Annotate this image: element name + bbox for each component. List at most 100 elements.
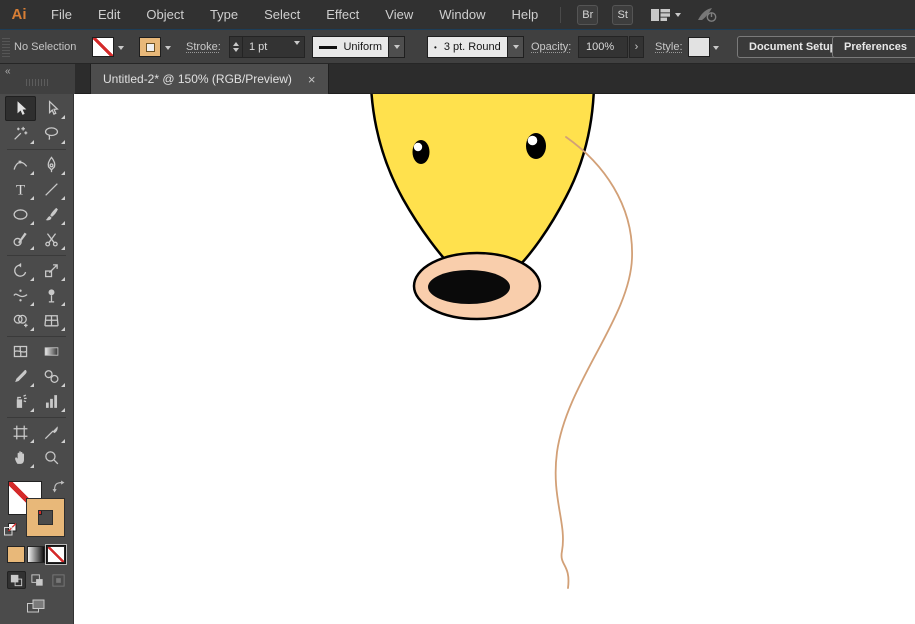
chevron-down-icon[interactable] xyxy=(388,36,405,58)
tool-paintbrush-tool[interactable] xyxy=(36,202,67,227)
chevron-down-icon[interactable] xyxy=(675,13,681,20)
collapse-toolbar-button[interactable]: « xyxy=(5,66,11,77)
flyout-indicator xyxy=(30,302,34,306)
stroke-proxy[interactable] xyxy=(27,499,64,536)
chevron-down-icon[interactable] xyxy=(713,46,719,53)
style-swatch[interactable] xyxy=(688,37,710,57)
tool-shaper-tool[interactable] xyxy=(5,227,36,252)
toolbar-separator xyxy=(7,149,66,150)
menu-view[interactable]: View xyxy=(372,0,426,30)
menu-window[interactable]: Window xyxy=(426,0,498,30)
fill-color-swatch[interactable] xyxy=(92,37,114,57)
flyout-indicator xyxy=(30,383,34,387)
chevron-down-icon[interactable] xyxy=(294,41,300,48)
tool-puppet-warp-tool[interactable] xyxy=(36,283,67,308)
opacity-expand-button[interactable]: › xyxy=(629,36,644,58)
right-eye[interactable] xyxy=(526,133,546,159)
tool-slice-tool[interactable] xyxy=(36,420,67,445)
swap-fill-stroke-icon[interactable] xyxy=(52,480,65,498)
tool-ellipse-tool[interactable] xyxy=(5,202,36,227)
balloon-head[interactable] xyxy=(371,94,594,267)
tool-rotate-tool[interactable] xyxy=(5,258,36,283)
tool-type-tool[interactable]: T xyxy=(5,177,36,202)
menu-edit[interactable]: Edit xyxy=(85,0,133,30)
tool-hand-tool[interactable] xyxy=(5,445,36,470)
curvature-tool-icon xyxy=(12,156,29,173)
style-panel-link[interactable]: Style: xyxy=(655,30,683,64)
tool-gradient-tool[interactable] xyxy=(36,339,67,364)
flyout-indicator xyxy=(61,171,65,175)
brush-power-icon[interactable] xyxy=(695,6,719,24)
menu-object[interactable]: Object xyxy=(133,0,197,30)
gradient-button[interactable] xyxy=(27,546,45,563)
document-tab[interactable]: Untitled-2* @ 150% (RGB/Preview) × xyxy=(90,64,329,94)
preferences-button[interactable]: Preferences xyxy=(832,36,915,58)
width-profile-dropdown[interactable]: Uniform xyxy=(312,36,405,58)
menu-help[interactable]: Help xyxy=(498,0,551,30)
controlbar-grip[interactable] xyxy=(2,37,10,57)
close-tab-icon[interactable]: × xyxy=(308,72,316,87)
chevron-down-icon[interactable] xyxy=(118,46,124,53)
tool-lasso-tool[interactable] xyxy=(36,121,67,146)
tool-scissors-tool[interactable] xyxy=(36,227,67,252)
tool-curvature-tool[interactable] xyxy=(5,152,36,177)
shape-builder-tool-icon xyxy=(12,312,29,329)
tool-scale-tool[interactable] xyxy=(36,258,67,283)
flyout-indicator xyxy=(30,277,34,281)
stroke-weight-value[interactable]: 1 pt xyxy=(243,41,294,53)
menu-select[interactable]: Select xyxy=(251,0,313,30)
stroke-panel-link[interactable]: Stroke: xyxy=(186,30,221,64)
tool-magic-wand-tool[interactable] xyxy=(5,121,36,146)
balloon-string[interactable] xyxy=(556,137,632,588)
stroke-color-swatch[interactable] xyxy=(139,37,161,57)
perspective-grid-tool-icon xyxy=(43,312,60,329)
tool-mesh-tool[interactable] xyxy=(5,339,36,364)
menu-type[interactable]: Type xyxy=(197,0,251,30)
tool-column-graph-tool[interactable] xyxy=(36,389,67,414)
opacity-field[interactable]: 100% xyxy=(578,36,628,58)
flyout-indicator xyxy=(61,196,65,200)
tool-symbol-sprayer-tool[interactable] xyxy=(5,389,36,414)
tool-row xyxy=(0,445,73,470)
stroke-weight-stepper[interactable] xyxy=(230,37,243,57)
tool-eyedropper-tool[interactable] xyxy=(5,364,36,389)
chevron-down-icon[interactable] xyxy=(165,46,171,53)
menu-bar: Ai File Edit Object Type Select Effect V… xyxy=(0,0,915,30)
opacity-panel-link[interactable]: Opacity: xyxy=(531,30,571,64)
menu-effect[interactable]: Effect xyxy=(313,0,372,30)
menu-file[interactable]: File xyxy=(38,0,85,30)
tool-blend-tool[interactable] xyxy=(36,364,67,389)
mouth[interactable] xyxy=(428,270,510,304)
tool-pen-tool[interactable] xyxy=(36,152,67,177)
tool-shape-builder-tool[interactable] xyxy=(5,308,36,333)
left-eye[interactable] xyxy=(413,140,430,164)
chevron-down-icon[interactable] xyxy=(507,36,524,58)
toolbar-drag-grip[interactable] xyxy=(26,79,48,86)
tool-zoom-tool[interactable] xyxy=(36,445,67,470)
selection-tool-icon xyxy=(12,100,29,117)
canvas[interactable] xyxy=(75,94,915,624)
brush-dropdown[interactable]: •3 pt. Round xyxy=(427,36,524,58)
stock-button[interactable]: St xyxy=(612,5,633,25)
draw-behind-mode-icon[interactable] xyxy=(28,571,47,589)
screen-mode-button[interactable] xyxy=(0,598,73,615)
artboard-tool-icon xyxy=(12,424,29,441)
tool-artboard-tool[interactable] xyxy=(5,420,36,445)
workspace-switcher-icon[interactable] xyxy=(650,7,671,23)
bridge-button[interactable]: Br xyxy=(577,5,598,25)
default-fill-stroke-icon[interactable] xyxy=(4,523,17,541)
none-button[interactable] xyxy=(47,546,65,563)
tool-width-tool[interactable] xyxy=(5,283,36,308)
flyout-indicator xyxy=(30,439,34,443)
direct-selection-tool-icon xyxy=(43,100,60,117)
tool-direct-selection-tool[interactable] xyxy=(36,96,67,121)
tool-selection-tool[interactable] xyxy=(5,96,36,121)
column-graph-tool-icon xyxy=(43,393,60,410)
toolbar-tools: T xyxy=(0,94,73,470)
blend-tool-icon xyxy=(43,368,60,385)
draw-normal-mode-icon[interactable] xyxy=(7,571,26,589)
color-button[interactable] xyxy=(7,546,25,563)
tool-line-segment-tool[interactable] xyxy=(36,177,67,202)
tool-perspective-grid-tool[interactable] xyxy=(36,308,67,333)
draw-inside-mode-icon[interactable] xyxy=(49,571,68,589)
